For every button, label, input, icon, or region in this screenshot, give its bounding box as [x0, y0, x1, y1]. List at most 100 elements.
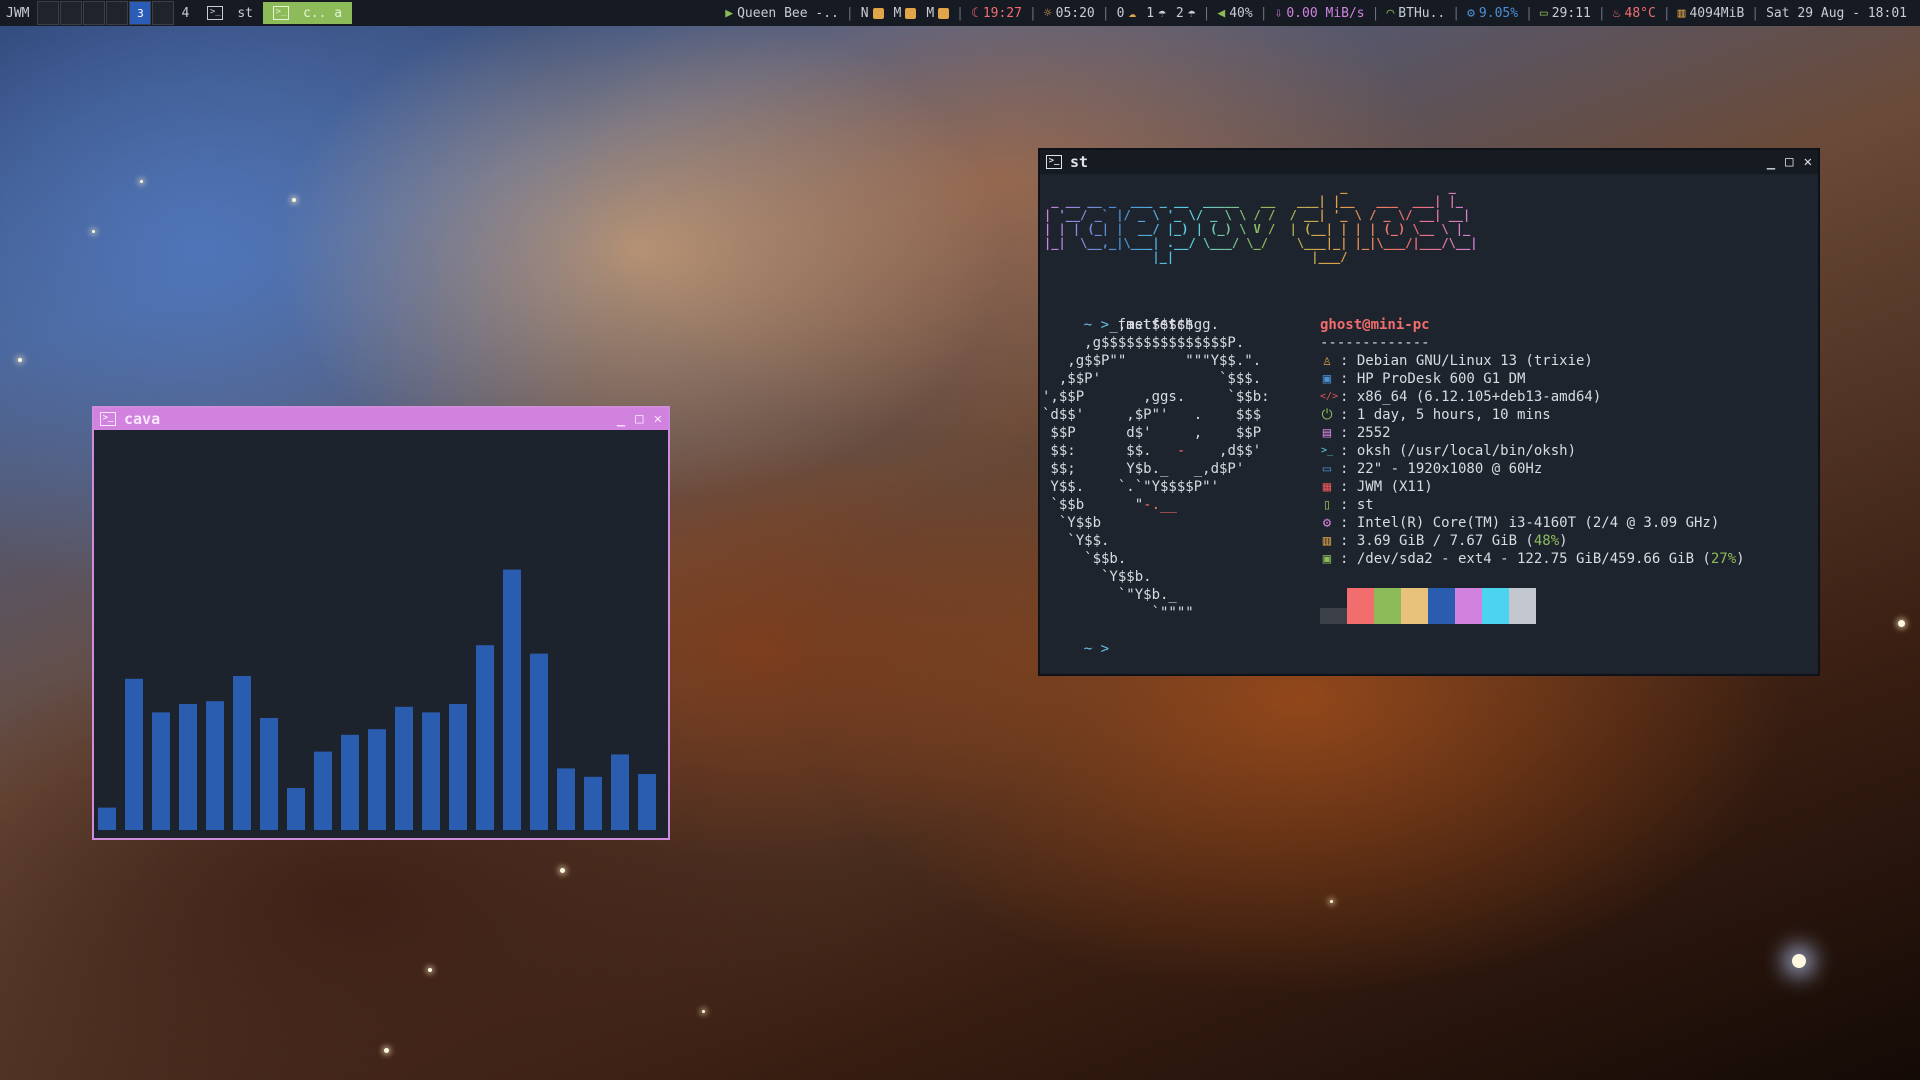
- wallpaper-star: [292, 198, 296, 202]
- prompt-tilde: ~: [1083, 641, 1093, 657]
- prompt-line[interactable]: ~ >: [1050, 622, 1109, 676]
- close-button[interactable]: ✕: [654, 411, 662, 427]
- package-icon: ▤: [1322, 425, 1332, 441]
- disk-icon: ▣: [1322, 551, 1332, 567]
- cava-bar: [395, 706, 413, 830]
- separator: |: [1371, 5, 1380, 21]
- terminal-window: >_ st _ □ ✕ _ _ _ __ __ _ ___ _ __ _____…: [1038, 148, 1820, 676]
- wm-menu-button[interactable]: JWM: [0, 0, 35, 26]
- close-button[interactable]: ✕: [1804, 154, 1812, 170]
- wallpaper-star: [702, 1010, 705, 1013]
- flag-m: M: [893, 5, 902, 21]
- minimize-button[interactable]: _: [617, 411, 625, 427]
- terminal-icon: >_: [207, 6, 224, 20]
- mail-icon: [905, 7, 917, 19]
- cava-titlebar[interactable]: >_ cava _ □ ✕: [94, 408, 668, 430]
- cava-bar: [584, 776, 602, 830]
- moon-widget: ☾ 19:27: [966, 6, 1027, 21]
- temp-widget: ♨ 48°C: [1608, 6, 1661, 21]
- clock-widget[interactable]: Sat 29 Aug - 18:01: [1761, 6, 1912, 21]
- cava-bar: [449, 704, 467, 830]
- wm-icon: ▦: [1322, 479, 1332, 495]
- flag-n: N: [860, 5, 869, 21]
- moon-icon: ☾: [971, 5, 979, 21]
- weather-widget-3: 2 ☂: [1171, 6, 1201, 21]
- cava-visualizer: [98, 569, 656, 830]
- palette-swatch: [1428, 588, 1455, 624]
- info-row-cpu: ⚙: Intel(R) Core(TM) i3-4160T (2/4 @ 3.0…: [1320, 514, 1745, 532]
- window-title: st: [1070, 153, 1089, 171]
- cava-bar: [638, 774, 656, 830]
- volume-widget[interactable]: ◀ 40%: [1212, 6, 1257, 21]
- wifi-widget[interactable]: ◠ BTHu..: [1381, 6, 1450, 21]
- taskbar-item-st[interactable]: >_ st: [197, 2, 263, 24]
- info-row-display: ▭: 22" - 1920x1080 @ 60Hz: [1320, 460, 1745, 478]
- info-percent: 27%: [1710, 551, 1737, 567]
- info-percent: 48%: [1533, 533, 1560, 549]
- download-icon: ⇩: [1274, 5, 1283, 21]
- power-icon: ⏻: [1321, 407, 1333, 423]
- workspace-pager: 3 4: [35, 0, 197, 26]
- cava-bar: [179, 704, 197, 830]
- top-panel: JWM 3 4 >_ st >_ c.. a ▶ Queen Bee -.. | …: [0, 0, 1920, 26]
- info-row-disk: ▣: /dev/sda2 - ext4 - 122.75 GiB/459.66 …: [1320, 550, 1745, 568]
- cava-bar: [557, 768, 575, 830]
- weather-value: 0: [1116, 5, 1125, 21]
- palette-swatch: [1509, 588, 1536, 624]
- workspace-next[interactable]: [152, 1, 175, 25]
- wifi-icon: ◠: [1386, 5, 1395, 21]
- cava-bar: [287, 788, 305, 830]
- terminal-icon: >_: [272, 6, 289, 20]
- music-widget[interactable]: ▶ Queen Bee -..: [720, 6, 844, 21]
- cpu-widget: ⚙ 9.05%: [1462, 6, 1523, 21]
- info-text: : 3.69 GiB / 7.67 GiB (: [1340, 533, 1534, 549]
- net-speed: 0.00 MiB/s: [1286, 5, 1365, 21]
- workspace-1[interactable]: [37, 1, 60, 25]
- weather-widget: 0 ☁: [1112, 6, 1142, 21]
- workspace-3[interactable]: [83, 1, 106, 25]
- palette-swatch: [1455, 588, 1482, 624]
- info-row-wm: ▦: JWM (X11): [1320, 478, 1745, 496]
- clock-value: Sat 29 Aug - 18:01: [1766, 5, 1907, 21]
- color-palette: [1320, 588, 1536, 624]
- info-text: : Debian GNU/Linux 13 (trixie): [1340, 353, 1593, 369]
- maximize-button[interactable]: □: [635, 411, 643, 427]
- maximize-button[interactable]: □: [1785, 154, 1793, 170]
- play-icon: ▶: [725, 5, 734, 21]
- shell-icon: >_: [1320, 445, 1334, 456]
- workspace-active[interactable]: 3: [129, 1, 152, 25]
- wallpaper-star: [1330, 900, 1333, 903]
- taskbar-item-label: c.. a: [302, 5, 343, 21]
- uptime-value: 29:11: [1551, 5, 1591, 21]
- user-host: ghost@mini-pc: [1320, 317, 1430, 333]
- palette-swatch: [1320, 608, 1347, 624]
- info-tail: ): [1736, 551, 1745, 567]
- minimize-button[interactable]: _: [1767, 154, 1775, 170]
- cpu-icon: ⚙: [1322, 515, 1332, 531]
- terminal-icon: ▯: [1322, 497, 1332, 513]
- prompt-arrow: >: [1100, 641, 1110, 657]
- memory-icon: ▥: [1322, 533, 1332, 549]
- cava-window: >_ cava _ □ ✕: [92, 406, 670, 840]
- workspace-4[interactable]: [106, 1, 129, 25]
- terminal-titlebar[interactable]: >_ st _ □ ✕: [1040, 150, 1818, 174]
- sun-widget: ☼ 05:20: [1039, 6, 1100, 21]
- speaker-icon: ◀: [1217, 5, 1226, 21]
- volume-value: 40%: [1229, 5, 1253, 21]
- info-row-tux: ♙: Debian GNU/Linux 13 (trixie): [1320, 352, 1745, 370]
- temp-value: 48°C: [1624, 5, 1656, 21]
- host-icon: ▣: [1322, 371, 1332, 387]
- memory-value: 4094MiB: [1689, 5, 1745, 21]
- info-row-terminal: ▯: st: [1320, 496, 1745, 514]
- cava-bar: [260, 718, 278, 830]
- weather-widget-2: 1 ☂: [1141, 6, 1171, 21]
- info-text: : 1 day, 5 hours, 10 mins: [1340, 407, 1551, 423]
- wifi-name: BTHu..: [1398, 5, 1446, 21]
- network-speed-widget: ⇩ 0.00 MiB/s: [1270, 6, 1370, 21]
- info-text: : HP ProDesk 600 G1 DM: [1340, 371, 1526, 387]
- workspace-2[interactable]: [60, 1, 83, 25]
- rain-icon: ☂: [1187, 5, 1196, 21]
- wallpaper-star: [560, 868, 565, 873]
- workspace-label: 4: [181, 5, 190, 21]
- taskbar-item-cava[interactable]: >_ c.. a: [262, 2, 353, 24]
